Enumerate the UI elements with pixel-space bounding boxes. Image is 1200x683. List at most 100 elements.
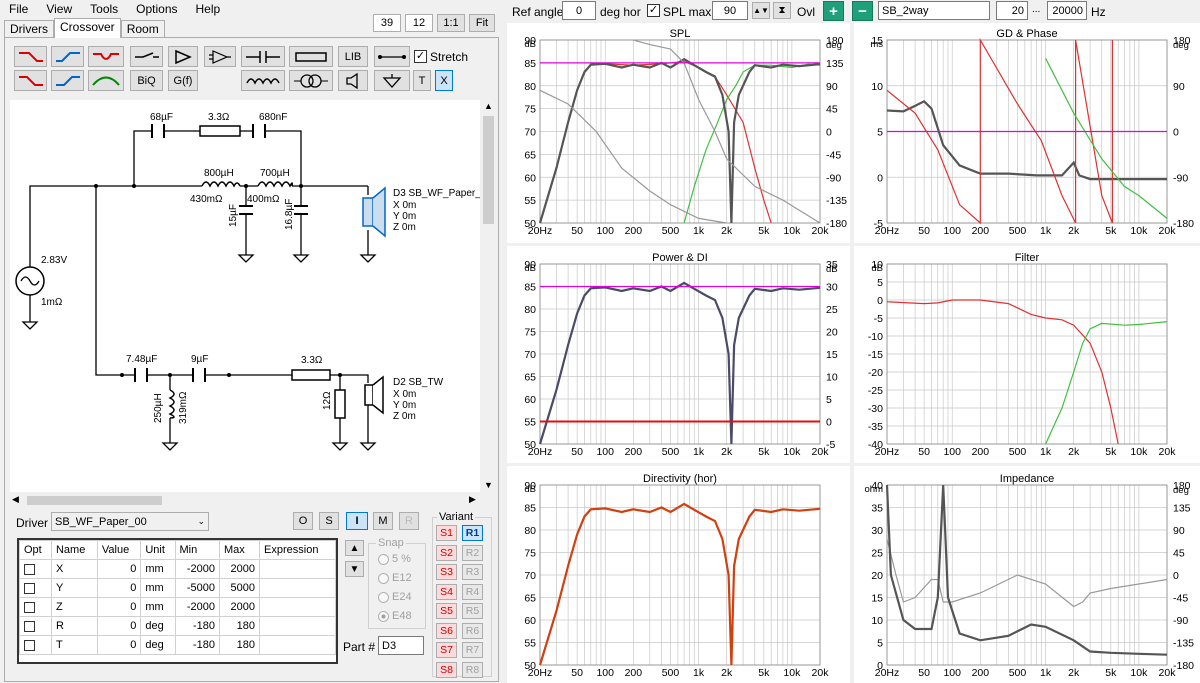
x-tick-label: 50 <box>918 667 930 679</box>
x-tick-label: 5k <box>1105 225 1117 237</box>
y-tick-label: 5 <box>877 277 883 289</box>
x-tick-label: 2k <box>721 446 733 458</box>
y2-tick-label: 135 <box>826 58 844 70</box>
gd-phase-graph[interactable]: GD & Phase151050-5ms 180900-90-180deg20Hz… <box>870 28 1194 237</box>
spl-graph[interactable]: SPL908580757065605550dB 18013590450-45-90… <box>524 28 847 237</box>
graph-title: Directivity (hor) <box>643 473 717 485</box>
power-di-graph[interactable]: Power & DI908580757065605550dB 3530252015… <box>524 252 838 458</box>
x-tick-label: 200 <box>625 225 643 237</box>
x-tick-label: 2k <box>721 667 733 679</box>
y2-tick-label: -45 <box>826 149 841 161</box>
x-tick-label: 50 <box>571 446 583 458</box>
filter-graph[interactable]: Filter1050-5-10-15-20-25-30-35-40dB20Hz 5… <box>868 252 1176 458</box>
graphs-layer: SPL908580757065605550dB 18013590450-45-90… <box>524 28 1195 679</box>
y-tick-label: 80 <box>524 81 536 93</box>
y-tick-label: -30 <box>868 403 883 415</box>
x-tick-label: 500 <box>1009 225 1027 237</box>
y2-tick-label: -90 <box>1173 172 1188 184</box>
y-tick-label: -15 <box>868 349 883 361</box>
x-tick-label: 10k <box>1130 667 1148 679</box>
graph-title: Power & DI <box>652 252 708 264</box>
directivity-curve <box>538 502 821 666</box>
y2-tick-label: 0 <box>826 127 832 139</box>
impedance-phase-curve <box>886 538 1168 608</box>
directivity-graph[interactable]: Directivity (hor)908580757065605550dB20H… <box>524 473 829 679</box>
y2-unit-label: deg <box>826 40 842 51</box>
x-tick-label: 100 <box>943 667 961 679</box>
y-tick-label: 25 <box>871 548 883 560</box>
y-tick-label: 65 <box>524 149 536 161</box>
tweeter-spl-curve <box>683 63 821 224</box>
y-tick-label: 60 <box>524 172 536 184</box>
x-tick-label: 2k <box>1068 225 1080 237</box>
y2-tick-label: -135 <box>1173 638 1194 650</box>
x-tick-label: 20Hz <box>875 225 900 237</box>
impedance-magnitude-curve <box>885 484 1168 656</box>
x-tick-label: 500 <box>662 225 680 237</box>
y-tick-label: 0 <box>877 172 883 184</box>
x-tick-label: 20k <box>812 225 830 237</box>
y2-tick-label: 0 <box>1173 570 1179 582</box>
x-tick-label: 1k <box>693 667 705 679</box>
y2-tick-label: -45 <box>1173 593 1188 605</box>
x-tick-label: 1k <box>693 225 705 237</box>
y2-tick-label: 90 <box>1173 525 1185 537</box>
x-tick-label: 50 <box>571 225 583 237</box>
y-tick-label: -25 <box>868 385 883 397</box>
y-tick-label: 35 <box>871 503 883 515</box>
tab-crossover[interactable]: Crossover <box>54 18 121 38</box>
x-tick-label: 5k <box>1105 446 1117 458</box>
y-tick-label: 65 <box>524 372 536 384</box>
y-tick-label: 60 <box>524 394 536 406</box>
impedance-graph[interactable]: Impedance4035302520151050ohm 18013590450-… <box>865 473 1195 679</box>
group-delay-curve <box>886 99 1167 181</box>
x-tick-label: 200 <box>625 667 643 679</box>
y-tick-label: 30 <box>871 525 883 537</box>
graph-title: GD & Phase <box>996 28 1057 40</box>
y-unit-label: dB <box>871 263 883 274</box>
x-tick-label: 1k <box>1040 446 1052 458</box>
y-tick-label: 60 <box>524 615 536 627</box>
x-tick-label: 2k <box>1068 667 1080 679</box>
x-tick-label: 100 <box>596 225 614 237</box>
x-tick-label: 20k <box>812 667 830 679</box>
x-tick-label: 5k <box>758 225 770 237</box>
y2-tick-label: -90 <box>826 172 841 184</box>
y2-tick-label: 30 <box>826 282 838 294</box>
y-tick-label: 65 <box>524 593 536 605</box>
x-tick-label: 2k <box>721 225 733 237</box>
x-tick-label: 500 <box>662 446 680 458</box>
y-tick-label: 80 <box>524 525 536 537</box>
y-tick-label: 55 <box>524 417 536 429</box>
y-tick-label: 55 <box>524 195 536 207</box>
graph-title: SPL <box>670 28 691 40</box>
graph-title: Impedance <box>1000 473 1054 485</box>
y2-tick-label: -180 <box>1173 660 1194 672</box>
y-tick-label: 10 <box>871 81 883 93</box>
y2-unit-label: deg <box>1173 485 1189 496</box>
x-tick-label: 10k <box>783 667 801 679</box>
x-tick-label: 50 <box>918 225 930 237</box>
y-tick-label: 55 <box>524 638 536 650</box>
x-tick-label: 100 <box>943 225 961 237</box>
system-spl-curve <box>538 57 821 224</box>
y-tick-label: 0 <box>877 295 883 307</box>
y-tick-label: 75 <box>524 548 536 560</box>
y-unit-label: dB <box>524 39 536 50</box>
x-tick-label: 5k <box>1105 667 1117 679</box>
y2-tick-label: 45 <box>1173 548 1185 560</box>
x-tick-label: 1k <box>1040 667 1052 679</box>
y-tick-label: -5 <box>874 313 883 325</box>
tweeter-phase-curve <box>1045 58 1168 219</box>
y-tick-label: 75 <box>524 104 536 116</box>
y-unit-label: ohm <box>865 484 884 495</box>
x-tick-label: 1k <box>693 446 705 458</box>
y2-tick-label: 20 <box>826 327 838 339</box>
y2-tick-label: 0 <box>826 417 832 429</box>
y2-tick-label: 45 <box>826 104 838 116</box>
y-unit-label: dB <box>524 484 536 495</box>
x-tick-label: 20Hz <box>875 446 900 458</box>
y-tick-label: 85 <box>524 282 536 294</box>
power-curve <box>538 281 821 445</box>
x-tick-label: 10k <box>783 225 801 237</box>
